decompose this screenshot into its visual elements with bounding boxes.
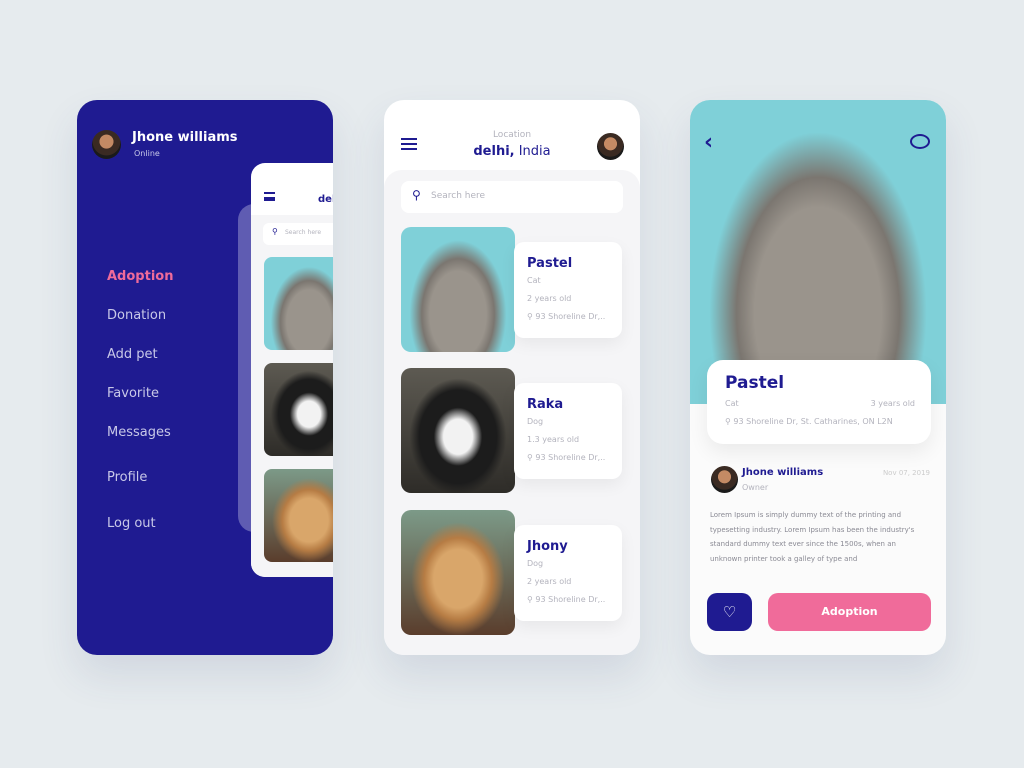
pet-photo [401,227,515,352]
back-icon[interactable]: ‹ [704,130,713,155]
location-pin-icon: ⚲ 93 Shoreline Dr,.. [527,312,606,321]
owner-avatar[interactable] [711,466,738,493]
pet-photo [401,368,515,493]
menu-item-adoption[interactable]: Adoption [107,269,173,284]
pet-detail-screen: ‹ Pastel Cat 3 years old ⚲ 93 Shoreline … [690,100,946,655]
favorite-heart-button[interactable]: ♡ [707,593,752,631]
pet-name: Pastel [725,373,785,393]
pet-photo [401,510,515,635]
adoption-button[interactable]: Adoption [768,593,931,631]
pet-description: Lorem Ipsum is simply dummy text of the … [710,511,915,563]
user-name: Jhone williams [132,130,238,145]
pet-list-screen: Location delhi, India ⚲ Search here Past… [384,100,640,655]
menu-item-messages[interactable]: Messages [107,425,171,440]
pet-photo [264,363,333,456]
pet-age: 3 years old [870,399,915,408]
menu-item-logout[interactable]: Log out [107,516,156,531]
screen-preview[interactable]: del ⚲ Search here [251,163,333,577]
menu-item-profile[interactable]: Profile [107,470,147,485]
search-icon: ⚲ [272,227,278,236]
owner-name: Jhone williams [742,467,824,478]
preview-search: ⚲ Search here [263,223,333,245]
pet-type: Cat [725,399,739,408]
avatar[interactable] [92,130,121,159]
location-pin-icon: ⚲ 93 Shoreline Dr,.. [527,453,606,462]
search-icon: ⚲ [412,188,421,202]
preview-location: del [318,194,333,205]
pet-hero-photo [690,100,946,404]
location-pin-icon: ⚲ 93 Shoreline Dr,.. [527,595,606,604]
menu-screen: Jhone williams Online Adoption Donation … [77,100,333,655]
menu-item-donation[interactable]: Donation [107,308,166,323]
post-date: Nov 07, 2019 [882,469,930,477]
avatar[interactable] [597,133,624,160]
pet-photo [264,469,333,562]
location-pin-icon: ⚲ 93 Shoreline Dr, St. Catharines, ON L2… [725,417,893,426]
menu-item-add-pet[interactable]: Add pet [107,347,158,362]
menu-item-favorite[interactable]: Favorite [107,386,159,401]
search-input[interactable]: ⚲ Search here [401,181,623,213]
pet-info-card: Pastel Cat 3 years old ⚲ 93 Shoreline Dr… [707,360,931,444]
chat-icon[interactable] [910,134,930,149]
pet-photo [264,257,333,350]
user-status: Online [134,149,160,158]
menu-icon [264,192,275,201]
owner-role: Owner [742,483,769,492]
